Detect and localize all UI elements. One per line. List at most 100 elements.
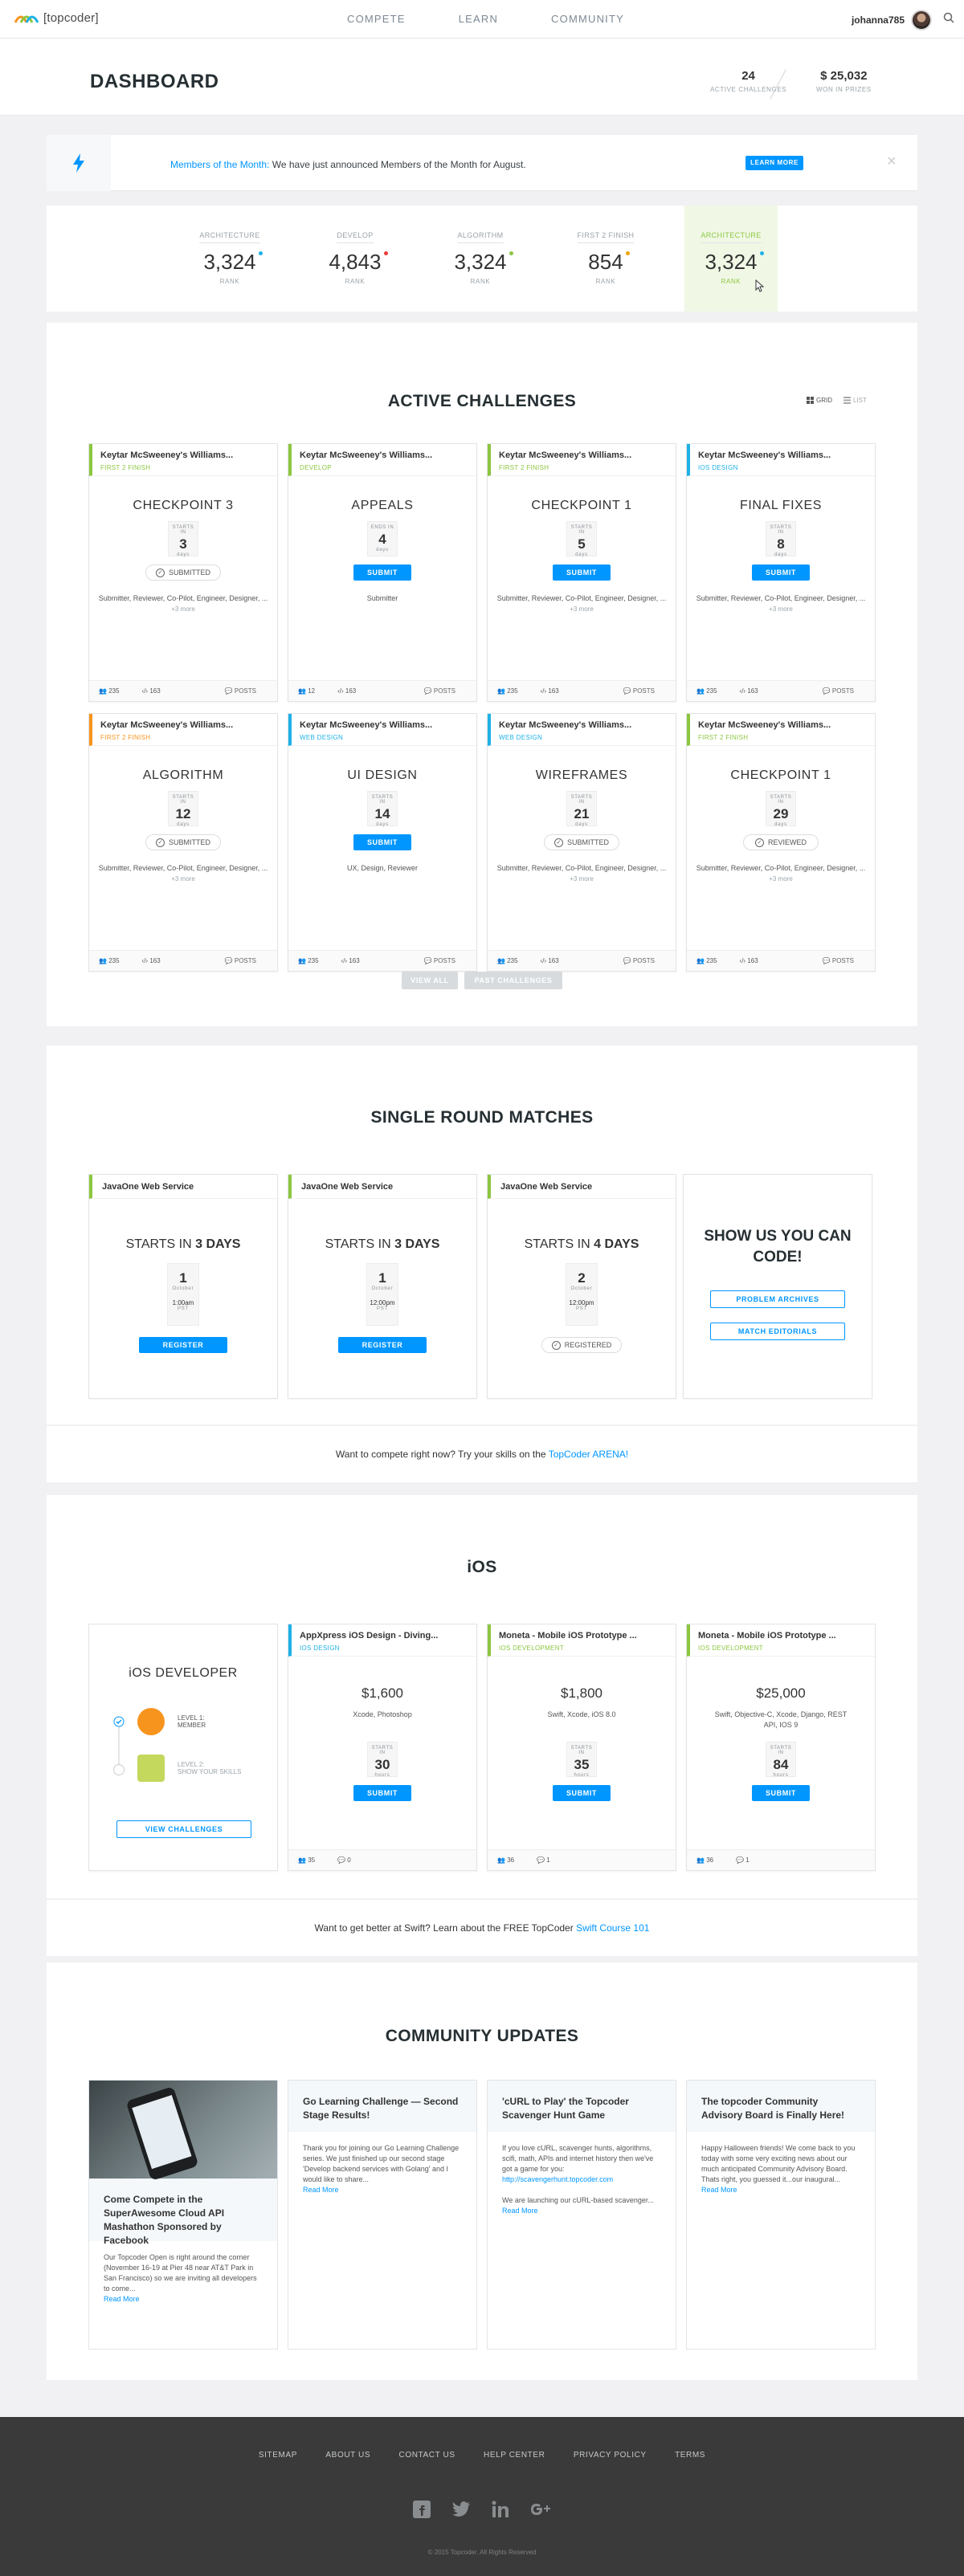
submissions-count[interactable]: ‹/› 163 [142,687,172,695]
challenge-card[interactable]: Keytar McSweeney's Williams... FIRST 2 F… [686,713,876,972]
arena-link[interactable]: TopCoder ARENA! [549,1449,628,1460]
read-more-link[interactable]: Read More [701,2186,737,2194]
posts-link[interactable]: 💬 POSTS [424,957,467,964]
registrants-count[interactable]: 👥 36 [497,1857,525,1864]
linkedin-icon[interactable] [492,2501,509,2518]
grid-toggle[interactable]: GRID [807,397,832,404]
srm-card[interactable]: JavaOne Web Service STARTS IN 3 DAYS 1 O… [88,1174,278,1399]
ios-challenge-card[interactable]: Moneta - Mobile iOS Prototype ... IOS DE… [686,1624,876,1871]
registrants-count[interactable]: 👥 235 [497,957,529,964]
post-url-link[interactable]: http://scavengerhunt.topcoder.com [502,2175,613,2183]
view-challenges-button[interactable]: VIEW CHALLENGES [116,1820,251,1838]
footer-help[interactable]: HELP CENTER [484,2451,545,2460]
posts-link[interactable]: 💬 POSTS [424,687,467,695]
posts-link[interactable]: 💬 POSTS [623,957,666,964]
community-post-3[interactable]: 'cURL to Play' the Topcoder Scavenger Hu… [487,2080,676,2350]
community-post-4[interactable]: The topcoder Community Advisory Board is… [686,2080,876,2350]
submissions-count[interactable]: ‹/› 163 [541,957,570,964]
more-roles[interactable]: +3 more [769,875,793,882]
read-more-link[interactable]: Read More [502,2207,538,2215]
submit-button[interactable]: SUBMIT [752,1785,810,1801]
challenge-name[interactable]: Keytar McSweeney's Williams... [499,720,668,730]
submit-button[interactable]: SUBMIT [553,1785,611,1801]
more-roles[interactable]: +3 more [570,605,594,613]
challenge-card[interactable]: Keytar McSweeney's Williams... WEB DESIG… [487,713,676,972]
community-post-1[interactable]: Come Compete in the SuperAwesome Cloud A… [88,2080,278,2350]
srm-card[interactable]: JavaOne Web Service STARTS IN 4 DAYS 2 O… [487,1174,676,1399]
read-more-link[interactable]: Read More [303,2186,339,2194]
challenge-card[interactable]: Keytar McSweeney's Williams... FIRST 2 F… [487,443,676,702]
challenge-name[interactable]: AppXpress iOS Design - Diving... [300,1631,468,1641]
submissions-count[interactable]: ‹/› 163 [341,957,371,964]
read-more-link[interactable]: Read More [104,2295,140,2303]
view-all-button[interactable]: VIEW ALL [402,972,458,989]
posts-link[interactable]: 💬 POSTS [225,957,268,964]
registrants-count[interactable]: 👥 235 [99,957,131,964]
challenge-name[interactable]: Moneta - Mobile iOS Prototype ... [499,1631,668,1641]
footer-about[interactable]: ABOUT US [325,2451,370,2460]
nav-compete[interactable]: COMPETE [347,13,406,25]
challenge-name[interactable]: Keytar McSweeney's Williams... [499,450,668,460]
registrants-count[interactable]: 👥 235 [696,957,729,964]
posts-link[interactable]: 💬 POSTS [225,687,268,695]
rank-first-2-finish[interactable]: FIRST 2 FINISH 854 RANK [559,206,652,312]
submissions-count[interactable]: 💬 1 [537,1857,562,1864]
google-plus-icon[interactable] [530,2501,551,2518]
search-icon[interactable] [943,12,954,26]
submissions-count[interactable]: ‹/› 163 [142,957,172,964]
challenge-name[interactable]: Keytar McSweeney's Williams... [100,450,269,460]
nav-learn[interactable]: LEARN [459,13,498,25]
rank-architecture-selected[interactable]: ARCHITECTURE 3,324 RANK [684,206,778,312]
footer-terms[interactable]: TERMS [675,2451,705,2460]
register-button[interactable]: REGISTER [338,1337,427,1353]
submissions-count[interactable]: ‹/› 163 [740,957,770,964]
learn-more-button[interactable]: LEARN MORE [745,156,803,170]
problem-archives-button[interactable]: PROBLEM ARCHIVES [710,1290,845,1308]
ios-challenge-card[interactable]: AppXpress iOS Design - Diving... IOS DES… [288,1624,477,1871]
match-editorials-button[interactable]: MATCH EDITORIALS [710,1323,845,1340]
twitter-icon[interactable] [451,2501,471,2518]
more-roles[interactable]: +3 more [171,875,195,882]
avatar[interactable] [911,10,932,31]
register-button[interactable]: REGISTER [139,1337,227,1353]
user-menu[interactable]: johanna785 [852,10,932,31]
registrants-count[interactable]: 👥 235 [497,687,529,695]
challenge-card[interactable]: Keytar McSweeney's Williams... DEVELOP A… [288,443,477,702]
challenge-card[interactable]: Keytar McSweeney's Williams... WEB DESIG… [288,713,477,972]
registrants-count[interactable]: 👥 35 [298,1857,326,1864]
challenge-name[interactable]: Keytar McSweeney's Williams... [300,450,468,460]
submissions-count[interactable]: 💬 1 [736,1857,761,1864]
submit-button[interactable]: SUBMIT [752,565,810,581]
rank-architecture[interactable]: ARCHITECTURE 3,324 RANK [183,206,276,312]
past-challenges-button[interactable]: PAST CHALLENGES [464,972,562,989]
list-toggle[interactable]: LIST [844,397,867,404]
srm-card[interactable]: JavaOne Web Service STARTS IN 3 DAYS 1 O… [288,1174,477,1399]
challenge-name[interactable]: Moneta - Mobile iOS Prototype ... [698,1631,867,1641]
footer-sitemap[interactable]: SITEMAP [259,2451,297,2460]
posts-link[interactable]: 💬 POSTS [623,687,666,695]
facebook-icon[interactable] [413,2501,431,2518]
srm-name[interactable]: JavaOne Web Service [301,1182,467,1192]
rank-algorithm[interactable]: ALGORITHM 3,324 RANK [434,206,527,312]
swift-course-link[interactable]: Swift Course 101 [576,1922,649,1934]
rank-develop[interactable]: DEVELOP 4,843 RANK [308,206,402,312]
registrants-count[interactable]: 👥 235 [696,687,729,695]
posts-link[interactable]: 💬 POSTS [823,957,865,964]
footer-contact[interactable]: CONTACT US [399,2451,455,2460]
challenge-card[interactable]: Keytar McSweeney's Williams... FIRST 2 F… [88,443,278,702]
more-roles[interactable]: +3 more [570,875,594,882]
challenge-name[interactable]: Keytar McSweeney's Williams... [100,720,269,730]
close-icon[interactable]: × [887,153,897,171]
topcoder-logo[interactable]: [topcoder] [14,11,99,25]
submissions-count[interactable]: ‹/› 163 [541,687,570,695]
submit-button[interactable]: SUBMIT [353,1785,411,1801]
challenge-name[interactable]: Keytar McSweeney's Williams... [698,720,867,730]
community-post-2[interactable]: Go Learning Challenge — Second Stage Res… [288,2080,477,2350]
registrants-count[interactable]: 👥 235 [298,957,330,964]
challenge-name[interactable]: Keytar McSweeney's Williams... [698,450,867,460]
challenge-card[interactable]: Keytar McSweeney's Williams... IOS DESIG… [686,443,876,702]
submissions-count[interactable]: 💬 0 [337,1857,362,1864]
challenge-card[interactable]: Keytar McSweeney's Williams... FIRST 2 F… [88,713,278,972]
srm-name[interactable]: JavaOne Web Service [500,1182,666,1192]
submit-button[interactable]: SUBMIT [553,565,611,581]
